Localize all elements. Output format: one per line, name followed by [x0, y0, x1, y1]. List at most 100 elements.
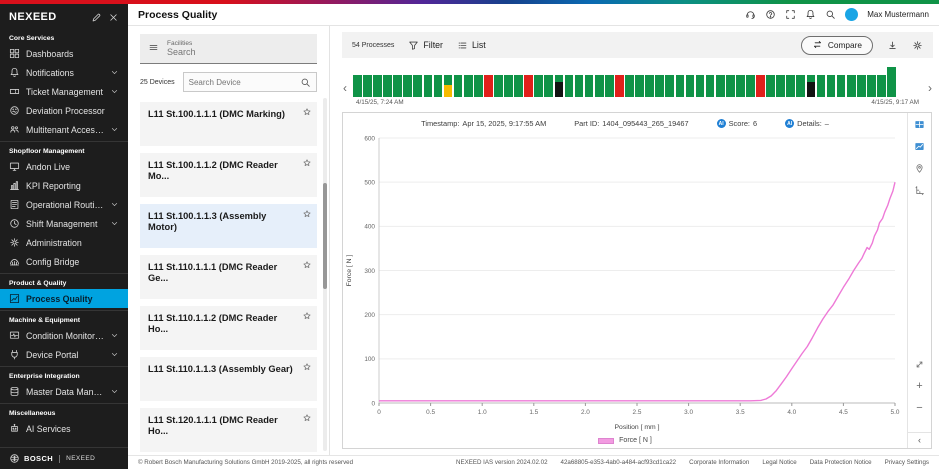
strip-next-button[interactable]: › [927, 82, 933, 97]
chevron-down-icon[interactable] [110, 387, 119, 396]
process-tile-31-ok[interactable] [655, 75, 664, 97]
sidebar-item-ticket-management[interactable]: Ticket Management [0, 82, 128, 101]
process-tile-2-ok[interactable] [363, 75, 372, 97]
process-tile-28-ok[interactable] [625, 75, 634, 97]
process-tile-48-ok[interactable] [827, 75, 836, 97]
sidebar-item-andon-live[interactable]: Andon Live [0, 157, 128, 176]
device-card[interactable]: L11 St.110.1.1.3 (Assembly Gear) [140, 357, 317, 401]
process-tile-32-ok[interactable] [665, 75, 674, 97]
help-icon[interactable] [765, 9, 776, 20]
sidebar-item-master-data-management[interactable]: Master Data Management [0, 382, 128, 401]
sidebar-item-device-portal[interactable]: Device Portal [0, 345, 128, 364]
sidebar-item-deviation-processor[interactable]: Deviation Processor [0, 101, 128, 120]
sidebar-item-ai-services[interactable]: AI Services [0, 419, 128, 438]
list-button[interactable]: List [457, 40, 486, 51]
table-view-icon[interactable] [914, 119, 925, 130]
facilities-search[interactable]: Facilities [140, 34, 317, 64]
process-tile-22-ok[interactable] [565, 75, 574, 97]
process-tile-23-ok[interactable] [575, 75, 584, 97]
process-tile-41-nok[interactable] [756, 75, 765, 97]
process-tile-16-ok[interactable] [504, 75, 513, 97]
device-search-icon[interactable] [300, 77, 311, 88]
footer-link-privacy-settings[interactable]: Privacy Settings [885, 459, 929, 466]
process-tile-44-ok[interactable] [786, 75, 795, 97]
process-tile-20-ok[interactable] [544, 75, 553, 97]
scrollbar-thumb[interactable] [323, 183, 327, 289]
device-card[interactable]: L11 St.100.1.1.2 (DMC Reader Mo... [140, 153, 317, 197]
zoom-out-button[interactable]: − [916, 403, 922, 414]
process-tile-53-ok[interactable] [877, 75, 886, 97]
process-tile-42-ok[interactable] [766, 75, 775, 97]
process-tile-37-ok[interactable] [716, 75, 725, 97]
chevron-down-icon[interactable] [110, 200, 119, 209]
process-tile-47-ok[interactable] [817, 75, 826, 97]
expand-icon[interactable] [914, 359, 925, 370]
process-tile-54-selected[interactable] [887, 67, 896, 97]
pin-icon[interactable] [914, 163, 925, 174]
process-tile-4-ok[interactable] [383, 75, 392, 97]
device-card[interactable]: L11 St.100.1.1.3 (Assembly Motor) [140, 204, 317, 248]
sidebar-item-kpi-reporting[interactable]: KPI Reporting [0, 176, 128, 195]
process-tile-25-ok[interactable] [595, 75, 604, 97]
chevron-down-icon[interactable] [110, 87, 119, 96]
fullscreen-icon[interactable] [785, 9, 796, 20]
footer-link-legal-notice[interactable]: Legal Notice [762, 459, 796, 466]
process-tile-7-ok[interactable] [413, 75, 422, 97]
collapse-panel-button[interactable]: ‹ [908, 432, 931, 448]
chevron-down-icon[interactable] [110, 219, 119, 228]
axes-icon[interactable] [914, 185, 925, 196]
process-tile-11-ok[interactable] [454, 75, 463, 97]
sidebar-item-dashboards[interactable]: Dashboards [0, 44, 128, 63]
process-tile-49-ok[interactable] [837, 75, 846, 97]
device-card[interactable]: L11 St.120.1.1.1 (DMC Reader Ho... [140, 408, 317, 452]
sidebar-item-shift-management[interactable]: Shift Management [0, 214, 128, 233]
process-tile-14-nok[interactable] [484, 75, 493, 97]
compare-button[interactable]: Compare [801, 36, 873, 55]
process-tile-1-ok[interactable] [353, 75, 362, 97]
device-search-input[interactable] [189, 78, 296, 87]
process-tile-10-warning[interactable] [444, 75, 453, 97]
zoom-in-button[interactable]: + [916, 381, 922, 392]
process-tile-43-ok[interactable] [776, 75, 785, 97]
chart-view-icon[interactable] [914, 141, 925, 152]
favorite-star-icon[interactable] [302, 107, 312, 117]
filter-button[interactable]: Filter [408, 40, 443, 51]
chevron-down-icon[interactable] [110, 125, 119, 134]
favorite-star-icon[interactable] [302, 209, 312, 219]
process-tile-45-ok[interactable] [796, 75, 805, 97]
process-tile-46-aborted[interactable] [807, 75, 816, 97]
process-tile-34-ok[interactable] [686, 75, 695, 97]
process-tile-15-ok[interactable] [494, 75, 503, 97]
process-tile-8-ok[interactable] [424, 75, 433, 97]
notifications-icon[interactable] [805, 9, 816, 20]
process-tile-36-ok[interactable] [706, 75, 715, 97]
device-card[interactable]: L11 St.110.1.1.1 (DMC Reader Ge... [140, 255, 317, 299]
process-tile-21-aborted[interactable] [555, 75, 564, 97]
sidebar-item-administration[interactable]: Administration [0, 233, 128, 252]
process-tile-12-ok[interactable] [464, 75, 473, 97]
sidebar-item-multitenant-access-control[interactable]: Multitenant Access Control [0, 120, 128, 139]
close-icon[interactable] [108, 12, 119, 23]
favorite-star-icon[interactable] [302, 311, 312, 321]
facilities-menu-icon[interactable] [148, 40, 159, 58]
avatar[interactable] [845, 8, 858, 21]
chevron-down-icon[interactable] [110, 331, 119, 340]
edit-icon[interactable] [91, 12, 102, 23]
process-tile-24-ok[interactable] [585, 75, 594, 97]
process-tile-6-ok[interactable] [403, 75, 412, 97]
device-card[interactable]: L11 St.100.1.1.1 (DMC Marking) [140, 102, 317, 146]
favorite-star-icon[interactable] [302, 158, 312, 168]
process-tile-51-ok[interactable] [857, 75, 866, 97]
footer-link-data-protection-notice[interactable]: Data Protection Notice [810, 459, 872, 466]
sidebar-item-condition-monitoring[interactable]: Condition Monitoring [0, 326, 128, 345]
process-tile-50-ok[interactable] [847, 75, 856, 97]
process-tile-17-ok[interactable] [514, 75, 523, 97]
force-position-chart[interactable]: 010020030040050060000.51.01.52.02.53.03.… [343, 128, 907, 433]
process-tile-13-ok[interactable] [474, 75, 483, 97]
favorite-star-icon[interactable] [302, 362, 312, 372]
process-tile-35-ok[interactable] [696, 75, 705, 97]
download-icon[interactable] [887, 40, 898, 51]
process-tile-40-ok[interactable] [746, 75, 755, 97]
process-tile-29-ok[interactable] [635, 75, 644, 97]
process-tile-52-ok[interactable] [867, 75, 876, 97]
